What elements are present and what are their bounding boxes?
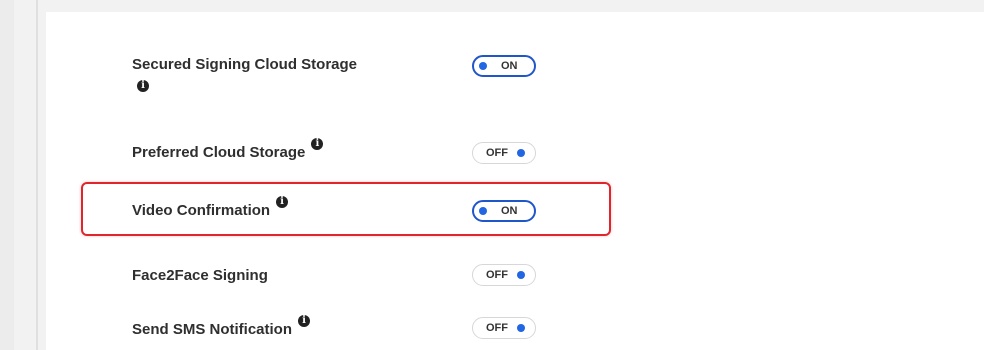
- secured-signing-cloud-storage-toggle[interactable]: ON: [472, 55, 536, 77]
- rail-divider: [36, 0, 38, 350]
- setting-label: Send SMS Notification: [132, 321, 293, 338]
- setting-label: Video Confirmation: [132, 202, 271, 219]
- setting-label: Preferred Cloud Storage: [132, 144, 306, 161]
- toggle-knob: [517, 324, 525, 332]
- settings-panel: Secured Signing Cloud Storage i ON Prefe…: [46, 12, 984, 350]
- toggle-knob: [479, 62, 487, 70]
- setting-label-wrap: Video Confirmation i: [132, 196, 289, 219]
- toggle-knob: [479, 207, 487, 215]
- toggle-knob: [517, 149, 525, 157]
- setting-label: Face2Face Signing: [132, 267, 268, 284]
- setting-label-wrap: Send SMS Notification i: [132, 315, 311, 338]
- setting-label-wrap: Preferred Cloud Storage i: [132, 138, 324, 161]
- face2face-signing-toggle[interactable]: OFF: [472, 264, 536, 286]
- toggle-state: ON: [501, 60, 518, 72]
- send-sms-notification-toggle[interactable]: OFF: [472, 317, 536, 339]
- toggle-state: OFF: [486, 147, 508, 159]
- video-confirmation-toggle[interactable]: ON: [472, 200, 536, 222]
- left-rail: [0, 0, 14, 350]
- preferred-cloud-storage-toggle[interactable]: OFF: [472, 142, 536, 164]
- settings-screen: Secured Signing Cloud Storage i ON Prefe…: [0, 0, 984, 350]
- setting-label: Secured Signing Cloud Storage: [132, 56, 358, 73]
- toggle-state: OFF: [486, 322, 508, 334]
- info-icon[interactable]: i: [298, 315, 311, 327]
- info-icon[interactable]: i: [137, 80, 149, 92]
- toggle-knob: [517, 271, 525, 279]
- info-icon[interactable]: i: [311, 138, 324, 150]
- info-icon[interactable]: i: [276, 196, 289, 208]
- toggle-state: OFF: [486, 269, 508, 281]
- toggle-state: ON: [501, 205, 518, 217]
- info-icon-wrapper[interactable]: i: [137, 75, 149, 93]
